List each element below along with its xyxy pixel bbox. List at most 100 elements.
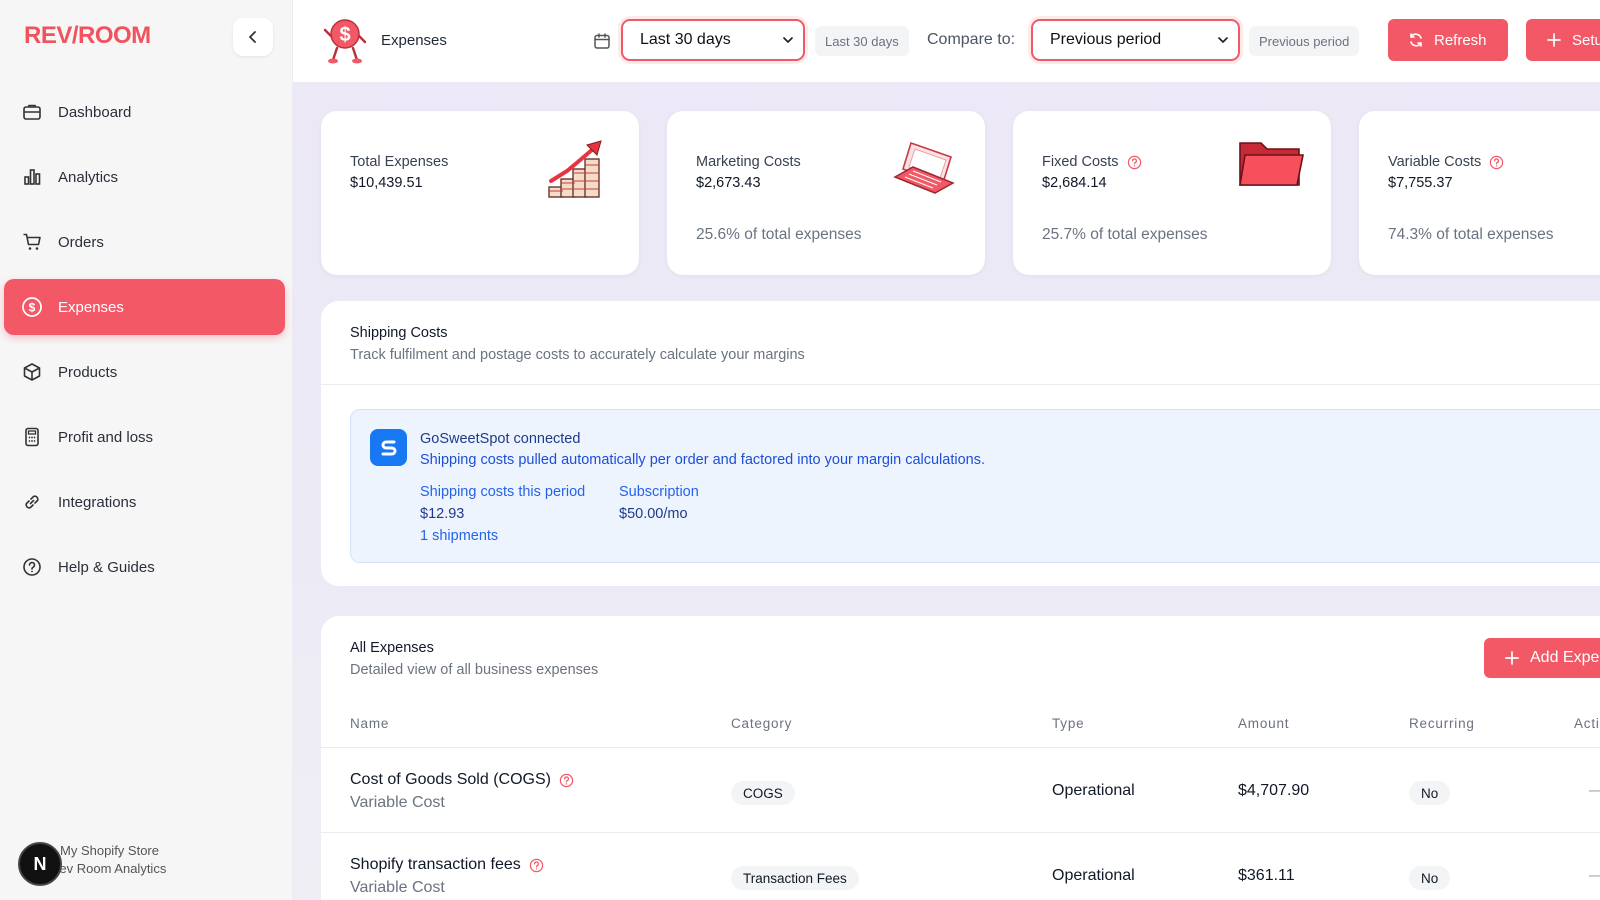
add-expense-button[interactable]: Add Expe — [1484, 638, 1600, 678]
compare-label: Compare to: — [927, 31, 1016, 48]
subscription-stat: Subscription $50.00/mo — [619, 481, 699, 525]
expense-subtype: Variable Cost — [350, 879, 445, 896]
column-header-name[interactable]: Name — [350, 716, 389, 731]
plus-icon — [1504, 650, 1520, 666]
provider-title: GoSweetSpot connected — [420, 431, 581, 447]
sidebar-item-label: Analytics — [58, 168, 119, 186]
refresh-button[interactable]: Refresh — [1388, 19, 1508, 61]
setup-label: Setu — [1572, 31, 1600, 49]
date-range-select[interactable]: Last 30 days — [621, 19, 805, 61]
card-label-text: Variable Costs — [1388, 154, 1482, 170]
expense-type: Operational — [1052, 867, 1135, 884]
chevron-down-icon — [1218, 37, 1228, 43]
gosweetspot-integration: GoSweetSpot connected Shipping costs pul… — [350, 409, 1600, 563]
sidebar-item-label: Help & Guides — [58, 558, 155, 576]
expense-name: Cost of Goods Sold (COGS) — [350, 771, 574, 789]
recurring-badge: No — [1409, 866, 1451, 890]
expense-type: Operational — [1052, 782, 1135, 799]
calendar-icon — [593, 32, 611, 55]
card-value: $2,684.14 — [1042, 175, 1107, 191]
sidebar-item-label: Profit and loss — [58, 428, 154, 446]
date-range-chip: Last 30 days — [815, 26, 909, 56]
sidebar-nav: Dashboard Analytics Orders $ Expenses Pr… — [4, 84, 285, 604]
divider — [321, 384, 1600, 385]
svg-text:$: $ — [339, 24, 350, 46]
column-header-recurring[interactable]: Recurring — [1409, 716, 1475, 731]
card-value: $7,755.37 — [1388, 175, 1453, 191]
sidebar-item-products[interactable]: Products — [4, 344, 285, 400]
sidebar-item-dashboard[interactable]: Dashboard — [4, 84, 285, 140]
card-label: Marketing Costs — [696, 154, 801, 170]
row-actions: — — [1589, 867, 1600, 885]
dollar-mascot-icon: $ — [323, 16, 367, 64]
box-icon — [21, 361, 43, 383]
card-label: Variable Costs — [1388, 154, 1504, 170]
page-title: Expenses — [381, 32, 447, 49]
card-marketing-costs: Marketing Costs $2,673.43 25.6% of total… — [667, 111, 985, 275]
sidebar-item-label: Dashboard — [58, 103, 132, 121]
folder-icon — [1237, 137, 1305, 194]
dollar-circle-icon: $ — [21, 296, 43, 318]
card-fixed-costs: Fixed Costs $2,684.14 25.7% of total exp… — [1013, 111, 1331, 275]
chevron-down-icon — [783, 37, 793, 43]
sidebar-item-label: Expenses — [58, 298, 124, 316]
card-label: Total Expenses — [350, 154, 449, 170]
brand-logo[interactable]: REV/ROOM — [24, 22, 151, 50]
avatar[interactable]: N — [18, 842, 62, 886]
table-header: Name Category Type Amount Recurring Acti… — [321, 700, 1600, 748]
panel-subtitle: Track fulfilment and postage costs to ac… — [350, 347, 805, 363]
panel-title: Shipping Costs — [350, 325, 448, 341]
setup-button[interactable]: Setu — [1526, 19, 1600, 61]
help-circle-icon[interactable] — [1127, 155, 1142, 170]
column-header-amount[interactable]: Amount — [1238, 716, 1289, 731]
card-variable-costs: Variable Costs $7,755.37 74.3% of total … — [1359, 111, 1600, 275]
compare-chip: Previous period — [1249, 26, 1360, 56]
sidebar-item-analytics[interactable]: Analytics — [4, 149, 285, 205]
sidebar-item-integrations[interactable]: Integrations — [4, 474, 285, 530]
expense-name: Shopify transaction fees — [350, 856, 544, 874]
add-expense-label: Add Expe — [1530, 649, 1600, 666]
sidebar-item-help-guides[interactable]: Help & Guides — [4, 539, 285, 595]
chevron-left-icon — [249, 31, 256, 43]
stat-label: Shipping costs this period — [420, 484, 586, 500]
expense-name-text: Cost of Goods Sold (COGS) — [350, 771, 551, 788]
link-icon — [21, 491, 43, 513]
provider-description: Shipping costs pulled automatically per … — [420, 452, 986, 468]
sidebar-item-profit-and-loss[interactable]: Profit and loss — [4, 409, 285, 465]
calculator-icon — [21, 426, 43, 448]
svg-text:$: $ — [29, 301, 36, 315]
compare-select[interactable]: Previous period — [1031, 19, 1240, 61]
help-circle-icon[interactable] — [1489, 155, 1504, 170]
table-row[interactable]: Cost of Goods Sold (COGS) Variable Cost … — [321, 749, 1600, 833]
stat-label: Subscription — [619, 484, 699, 500]
compare-value: Previous period — [1050, 31, 1162, 48]
plus-icon — [1546, 32, 1562, 48]
cart-icon — [21, 231, 43, 253]
laptop-icon — [891, 137, 959, 204]
category-badge: Transaction Fees — [731, 866, 859, 890]
row-actions: — — [1589, 782, 1600, 800]
expense-amount: $4,707.90 — [1238, 782, 1310, 799]
column-header-category[interactable]: Category — [731, 716, 792, 731]
stat-value: $50.00/mo — [619, 506, 688, 522]
collapse-sidebar-button[interactable] — [233, 18, 273, 56]
shipments-count: 1 shipments — [420, 528, 499, 544]
help-circle-icon — [21, 556, 43, 578]
card-percentage: 74.3% of total expenses — [1388, 226, 1554, 243]
card-total-expenses: Total Expenses $10,439.51 — [321, 111, 639, 275]
card-percentage: 25.6% of total expenses — [696, 226, 862, 243]
expense-subtype: Variable Cost — [350, 794, 445, 811]
help-circle-icon[interactable] — [529, 858, 544, 873]
money-stack-icon — [545, 137, 613, 208]
column-header-type[interactable]: Type — [1052, 716, 1084, 731]
table-row[interactable]: Shopify transaction fees Variable Cost T… — [321, 834, 1600, 900]
sidebar-item-expenses[interactable]: $ Expenses — [4, 279, 285, 335]
refresh-icon — [1408, 32, 1424, 48]
panel-title: All Expenses — [350, 640, 434, 656]
recurring-badge: No — [1409, 781, 1451, 805]
help-circle-icon[interactable] — [559, 773, 574, 788]
store-switcher[interactable]: My Shopify Store Rev Room Analytics N — [16, 842, 276, 890]
panel-subtitle: Detailed view of all business expenses — [350, 662, 599, 678]
category-badge: COGS — [731, 781, 795, 805]
sidebar-item-orders[interactable]: Orders — [4, 214, 285, 270]
